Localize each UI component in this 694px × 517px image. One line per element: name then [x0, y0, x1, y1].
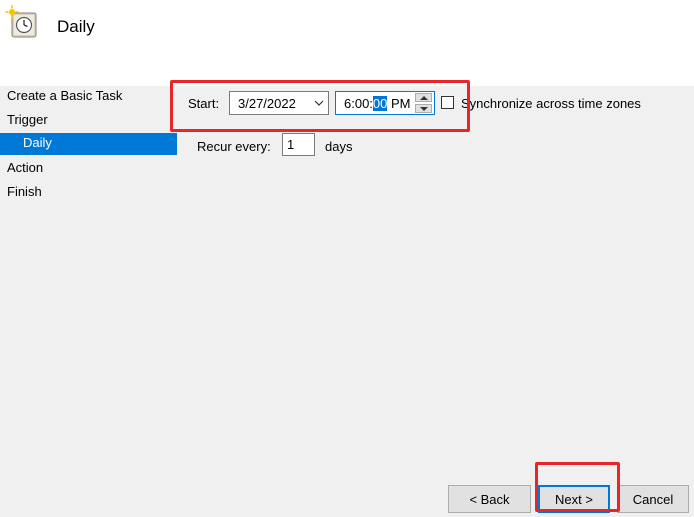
- time-seconds-selected[interactable]: 00: [372, 96, 388, 111]
- start-date-value: 3/27/2022: [238, 96, 296, 111]
- recur-unit-label: days: [325, 139, 353, 154]
- back-button[interactable]: < Back: [448, 485, 531, 513]
- start-date-picker[interactable]: 3/27/2022: [229, 91, 329, 115]
- page-title: Daily: [57, 17, 95, 36]
- nav-item-action[interactable]: Action: [0, 158, 177, 180]
- recur-every-label: Recur every:: [197, 139, 271, 154]
- nav-item-trigger[interactable]: Trigger: [0, 110, 177, 132]
- task-scheduler-clock-icon: [5, 5, 37, 38]
- spin-up-button[interactable]: [415, 93, 432, 102]
- wizard-header: Daily: [0, 0, 694, 86]
- sync-timezones-label[interactable]: Synchronize across time zones: [461, 96, 641, 111]
- spin-down-button[interactable]: [415, 104, 432, 113]
- start-time-input[interactable]: 6:00:00 PM: [335, 91, 435, 115]
- nav-item-finish[interactable]: Finish: [0, 182, 177, 204]
- sync-timezones-checkbox[interactable]: [441, 96, 454, 109]
- arrow-up-icon: [420, 96, 428, 100]
- nav-item-daily[interactable]: Daily: [0, 133, 177, 155]
- time-spinner[interactable]: [415, 93, 432, 113]
- time-hour-minute: 6:00:: [344, 96, 373, 111]
- nav-item-create-basic-task[interactable]: Create a Basic Task: [0, 86, 177, 108]
- recur-days-input[interactable]: 1: [282, 133, 315, 156]
- chevron-down-icon[interactable]: [314, 99, 324, 107]
- arrow-down-icon: [420, 107, 428, 111]
- start-label: Start:: [188, 96, 220, 111]
- next-button[interactable]: Next >: [538, 485, 610, 513]
- time-ampm: PM: [387, 96, 411, 111]
- start-time-value: 6:00:00 PM: [344, 96, 411, 111]
- recur-days-value: 1: [287, 137, 295, 152]
- cancel-button[interactable]: Cancel: [617, 485, 689, 513]
